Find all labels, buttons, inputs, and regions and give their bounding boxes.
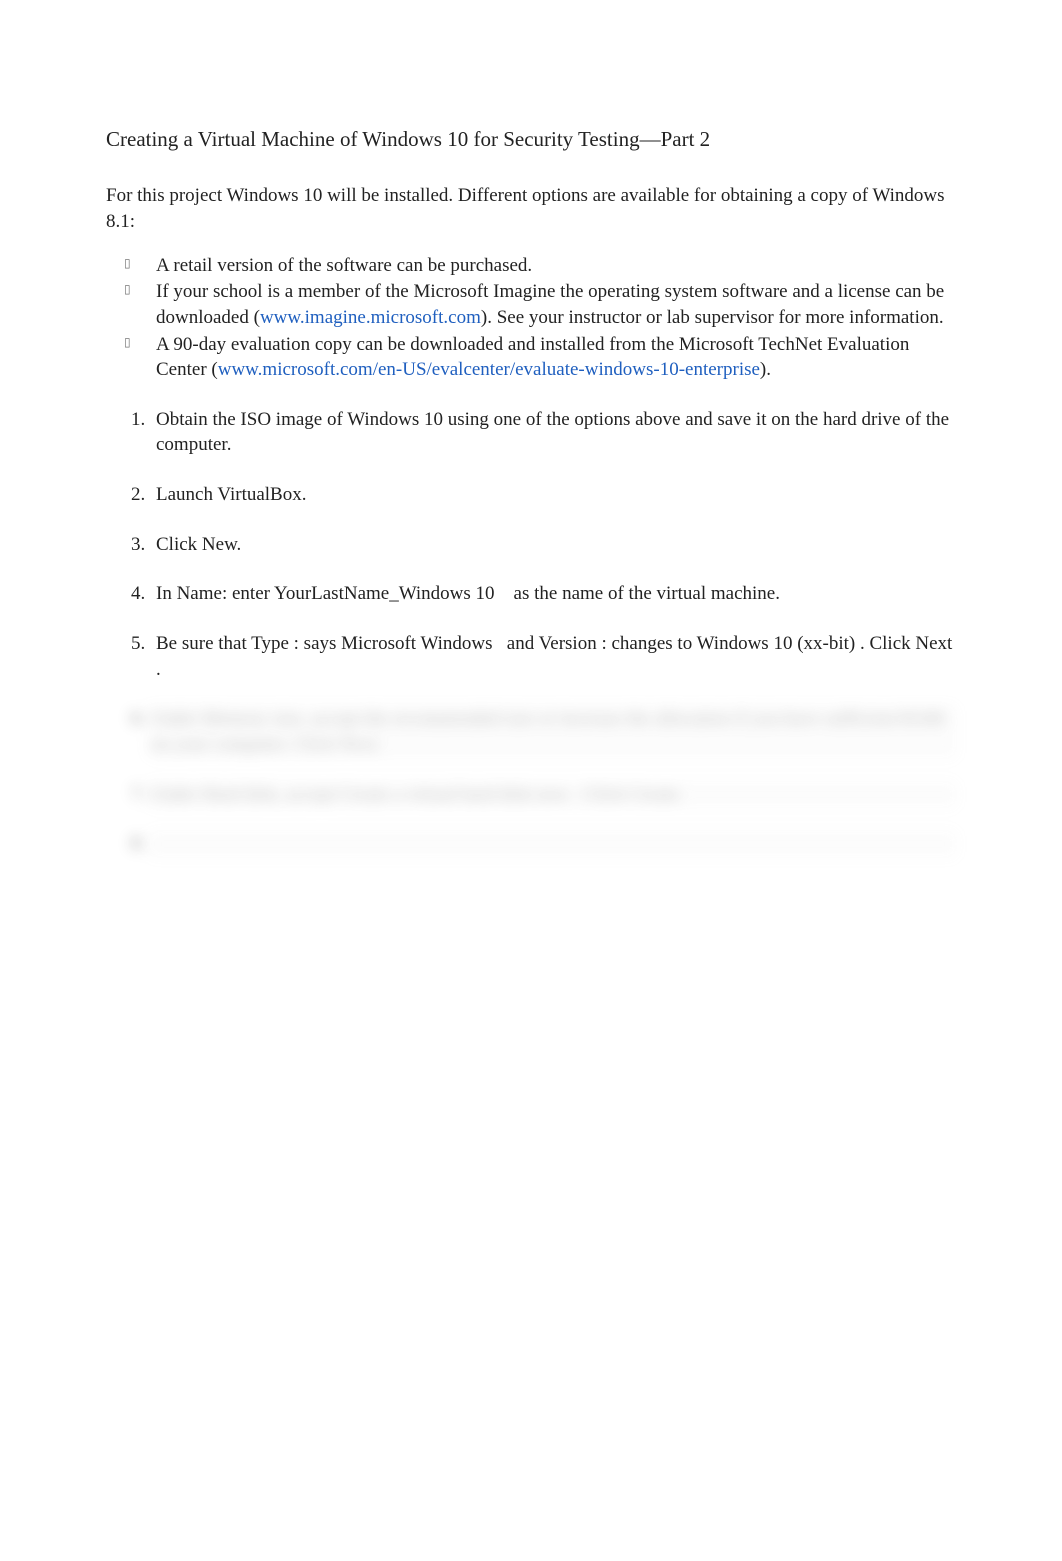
next-label: Next: [915, 633, 952, 654]
step-item-4: In Name: enter YourLastName_Windows 10 a…: [150, 581, 956, 607]
list-item: A retail version of the software can be …: [124, 253, 956, 279]
step-text: : says: [289, 633, 341, 654]
step-body: Under Hard disk, accept Create a virtual…: [150, 782, 956, 808]
step-item-7: Under Hard disk, accept Create a virtual…: [150, 782, 956, 808]
step-text: as the name of the virtual machine.: [509, 583, 780, 604]
bullet-text: A retail version of the software can be …: [156, 255, 532, 276]
step-text: . Click: [855, 633, 915, 654]
bullet-text: ). See your instructor or lab supervisor…: [481, 307, 944, 328]
step-text: : enter: [222, 583, 274, 604]
step-item-6: Under Memory size, accept the recommende…: [150, 706, 956, 757]
bullet-text: ).: [760, 359, 771, 380]
list-item: If your school is a member of the Micros…: [124, 279, 956, 330]
type-label: Type: [251, 633, 289, 654]
step-body: In Name: enter YourLastName_Windows 10 a…: [156, 581, 956, 607]
document-page: Creating a Virtual Machine of Windows 10…: [0, 0, 1062, 941]
options-list: A retail version of the software can be …: [124, 253, 956, 383]
step-item-8: [150, 831, 956, 857]
steps-list: Obtain the ISO image of Windows 10 using…: [150, 407, 956, 857]
step-text: In: [156, 583, 177, 604]
intro-paragraph: For this project Windows 10 will be inst…: [106, 183, 956, 234]
step-body: Click New.: [156, 532, 956, 558]
step-body: Obtain the ISO image of Windows 10 using…: [156, 407, 956, 458]
evalcenter-link[interactable]: www.microsoft.com/en-US/evalcenter/evalu…: [218, 359, 760, 380]
step-name-label: Name: [177, 583, 222, 604]
step-item-3: Click New.: [150, 532, 956, 558]
step-item-5: Be sure that Type : says Microsoft Windo…: [150, 631, 956, 682]
step-text: and: [502, 633, 539, 654]
step-text: : changes to: [597, 633, 697, 654]
step-body: Be sure that Type : says Microsoft Windo…: [156, 631, 956, 682]
step-item-2: Launch VirtualBox.: [150, 482, 956, 508]
version-value: Windows 10 (xx-bit): [697, 633, 856, 654]
list-item: A 90-day evaluation copy can be download…: [124, 332, 956, 383]
version-label: Version: [539, 633, 597, 654]
vm-name-value: YourLastName_Windows 10: [274, 583, 495, 604]
step-text: .: [156, 659, 161, 680]
step-body: Under Memory size, accept the recommende…: [150, 706, 956, 757]
step-body: Launch VirtualBox.: [156, 482, 956, 508]
type-value: Microsoft Windows: [341, 633, 492, 654]
imagine-link[interactable]: www.imagine.microsoft.com: [260, 307, 481, 328]
page-title: Creating a Virtual Machine of Windows 10…: [106, 125, 956, 153]
blurred-region: Under Memory size, accept the recommende…: [150, 706, 956, 857]
step-item-1: Obtain the ISO image of Windows 10 using…: [150, 407, 956, 458]
step-body: [150, 831, 956, 857]
step-text: Be sure that: [156, 633, 251, 654]
